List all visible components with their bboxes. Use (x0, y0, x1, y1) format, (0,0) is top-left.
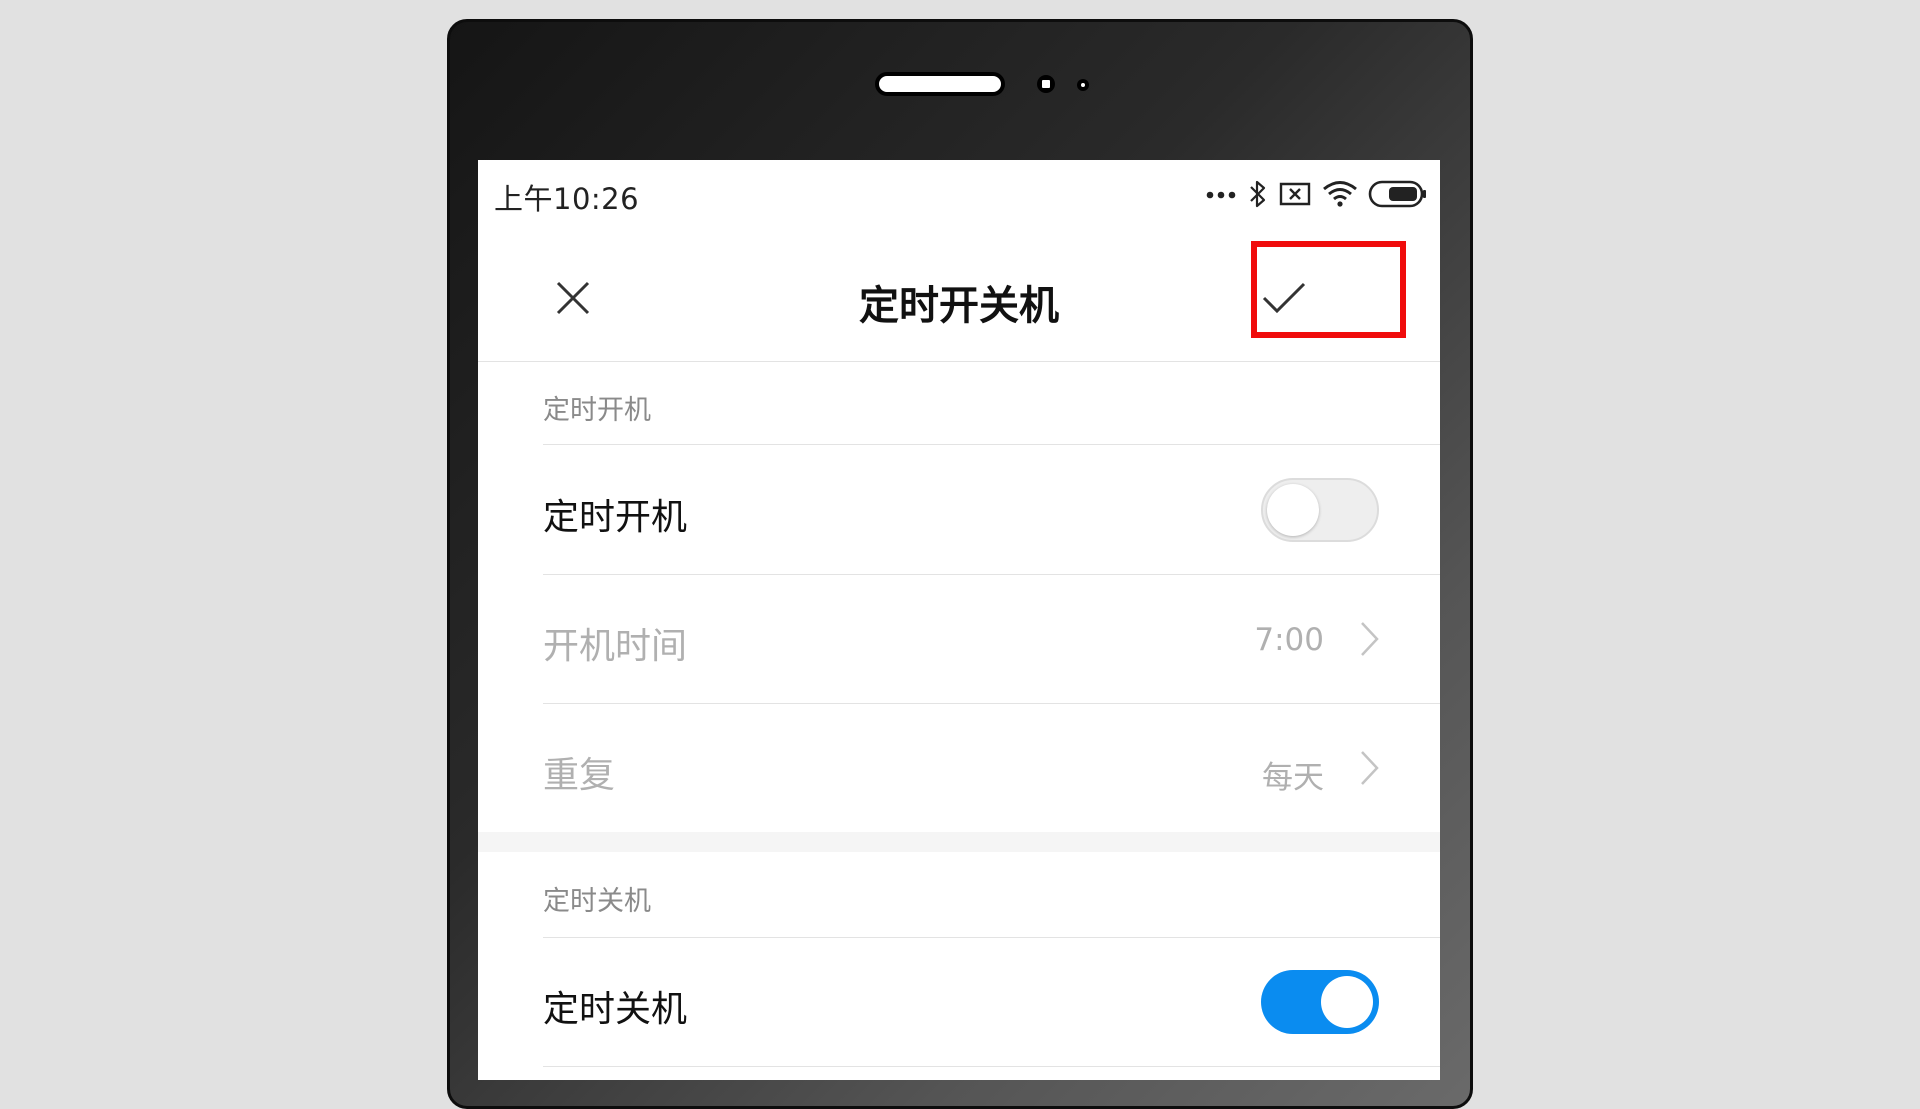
power-on-toggle[interactable] (1261, 478, 1379, 542)
status-bar: 上午10:26 (478, 160, 1440, 230)
divider (543, 1066, 1440, 1067)
confirm-button[interactable] (1254, 272, 1314, 327)
checkmark-icon (1261, 280, 1307, 320)
bluetooth-icon (1248, 178, 1268, 210)
wifi-icon (1322, 180, 1358, 208)
power-on-repeat-value: 每天 (1262, 760, 1324, 796)
section-gap (478, 832, 1440, 852)
power-off-toggle[interactable] (1261, 970, 1379, 1034)
chevron-right-icon (1358, 619, 1382, 659)
power-on-time-row[interactable]: 开机时间 7:00 (478, 575, 1440, 703)
toggle-knob (1321, 976, 1373, 1028)
speaker-grille (875, 72, 1005, 96)
divider (543, 937, 1440, 938)
divider (543, 444, 1440, 445)
section-header-power-on: 定时开机 (543, 395, 651, 426)
proximity-sensor (1077, 79, 1089, 91)
chevron-right-icon (1358, 748, 1382, 788)
power-on-time-label: 开机时间 (543, 626, 688, 667)
power-off-toggle-label: 定时关机 (543, 989, 688, 1030)
power-on-toggle-label: 定时开机 (543, 497, 688, 538)
app-bar: 定时开关机 (478, 240, 1440, 362)
status-icons (1196, 178, 1428, 210)
power-on-repeat-row[interactable]: 重复 每天 (478, 704, 1440, 832)
battery-icon (1368, 180, 1428, 208)
power-on-repeat-label: 重复 (543, 755, 616, 796)
front-camera (1037, 75, 1055, 93)
more-dots-icon (1206, 189, 1238, 199)
toggle-knob (1267, 484, 1319, 536)
sim-card-x-icon (1278, 181, 1312, 207)
status-time: 上午10:26 (494, 182, 640, 216)
phone-screen: 上午10:26 定时开关机 定时开机 定时开机 开机时间 7:00 重复 每天 … (478, 160, 1440, 1080)
section-header-power-off: 定时关机 (543, 886, 651, 917)
power-on-time-value: 7:00 (1254, 622, 1324, 658)
